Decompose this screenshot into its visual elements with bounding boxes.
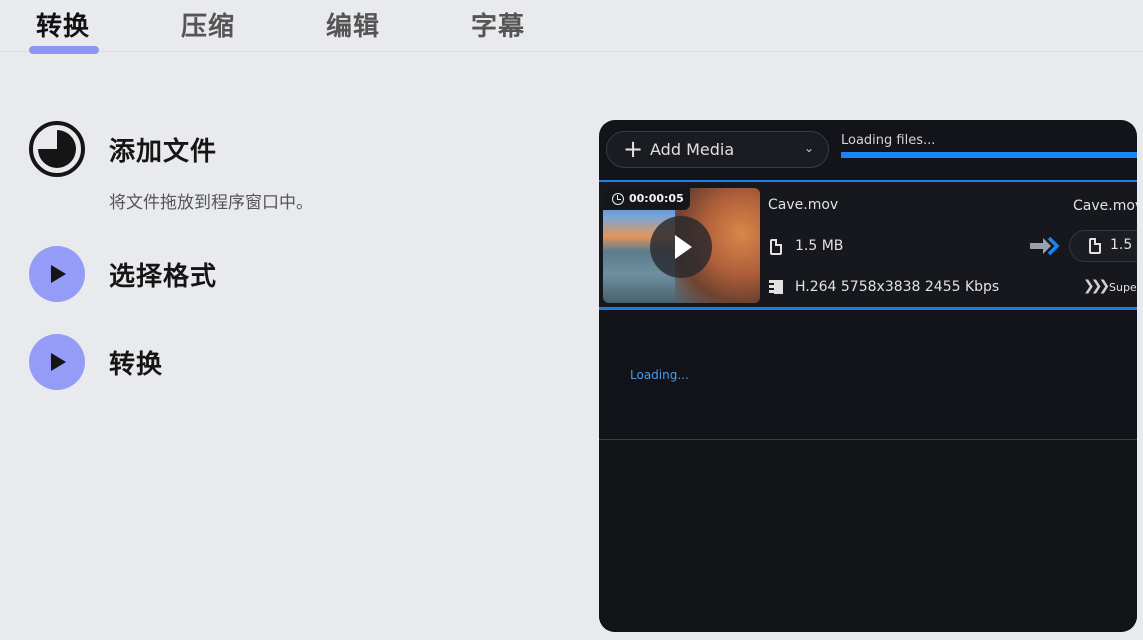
step-title: 添加文件 [109,137,218,167]
add-media-label: Add Media [650,140,735,159]
panel-empty-area [599,441,1137,632]
film-icon [769,280,783,294]
file-icon [770,239,782,255]
clock-icon [612,193,624,205]
play-icon [29,334,85,390]
tab-bar: 转换 压缩 编辑 字幕 [0,0,1143,54]
file-list-item[interactable]: 00:00:05 Cave.mov 1.5 MB H.264 5758x3838… [599,180,1137,310]
duration-text: 00:00:05 [629,192,684,205]
loading-progress-bar [841,152,1137,158]
plus-icon: + [623,135,644,163]
file-name: Cave.mov [768,197,839,213]
output-file-name: Cave.mov [1073,198,1137,214]
step-subtitle: 将文件拖放到程序窗口中。 [109,193,313,213]
chevron-down-icon[interactable]: ⌄ [804,141,814,155]
add-media-button[interactable]: + Add Media ⌄ [606,131,829,168]
pie-progress-icon [29,121,85,177]
file-size: 1.5 MB [795,238,844,254]
tab-subtitles[interactable]: 字幕 [471,6,525,43]
play-preview-button[interactable] [650,216,712,278]
output-file-size: 1.5 MB [1110,237,1137,253]
file-codec-info: H.264 5758x3838 2455 Kbps [795,279,1000,295]
loading-text: Loading... [630,368,689,382]
duration-badge: 00:00:05 [603,188,690,210]
app-preview-panel: + Add Media ⌄ Loading files... 00:00:05 … [599,120,1137,632]
step-title: 选择格式 [109,262,218,292]
active-tab-indicator [29,46,99,54]
tab-convert[interactable]: 转换 [36,6,90,43]
output-size-pill[interactable]: 1.5 MB [1069,230,1137,262]
video-thumbnail[interactable]: 00:00:05 [603,188,760,303]
quality-chevrons-icon: ❯❯❯ [1083,278,1110,294]
loading-area: Loading... [599,313,1137,440]
tab-compress[interactable]: 压缩 [181,6,235,43]
tab-edit[interactable]: 编辑 [326,6,380,43]
convert-arrow-icon [1030,236,1060,256]
loading-files-text: Loading files... [841,133,936,148]
play-icon [29,246,85,302]
file-icon [1089,238,1101,254]
step-title: 转换 [109,350,164,380]
loading-progress-fill [841,152,1137,158]
quality-label[interactable]: Super [1109,281,1137,294]
